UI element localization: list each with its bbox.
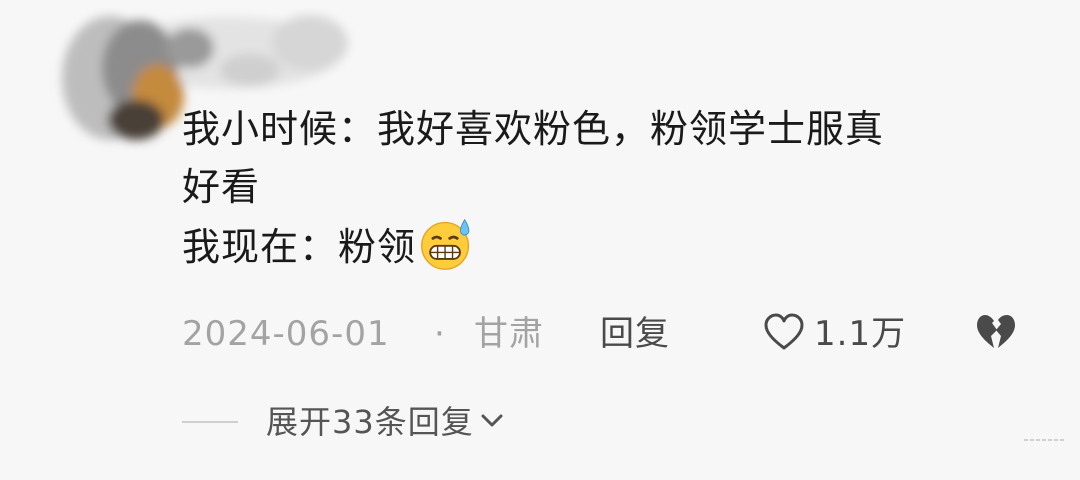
expand-replies: 展开33条回复 — [182, 398, 682, 446]
expand-replies-button[interactable]: 展开33条回复 — [266, 398, 504, 446]
reply-button[interactable]: 回复 — [600, 308, 670, 360]
comment-line: 我小时候：我好喜欢粉色，粉领学士服真 — [182, 107, 885, 151]
comment-line-text: 我现在：粉领 — [182, 225, 417, 269]
broken-heart-icon — [977, 315, 1015, 348]
divider-line — [182, 421, 238, 423]
meta-separator: · — [434, 314, 446, 354]
heart-outline-icon — [764, 313, 804, 350]
comment-location: 甘肃 — [474, 314, 544, 354]
like-count: 1.1万 — [814, 314, 907, 354]
comment-line: 我现在：粉领 — [182, 216, 1042, 276]
grimacing-sweat-emoji-icon — [421, 218, 470, 270]
dislike-button[interactable] — [974, 308, 1018, 360]
expand-replies-label: 展开33条回复 — [266, 403, 474, 441]
comment-text: 我小时候：我好喜欢粉色，粉领学士服真 好看 我现在：粉领 — [182, 100, 1042, 276]
like-button[interactable]: 1.1万 — [762, 308, 906, 360]
comment-line: 好看 — [182, 165, 261, 209]
comment-meta: 2024-06-01 · 甘肃 回复 1.1万 — [182, 308, 1042, 360]
chevron-down-icon — [481, 414, 503, 427]
comment-date: 2024-06-01 — [182, 314, 390, 354]
watermark-mark — [1024, 439, 1064, 441]
